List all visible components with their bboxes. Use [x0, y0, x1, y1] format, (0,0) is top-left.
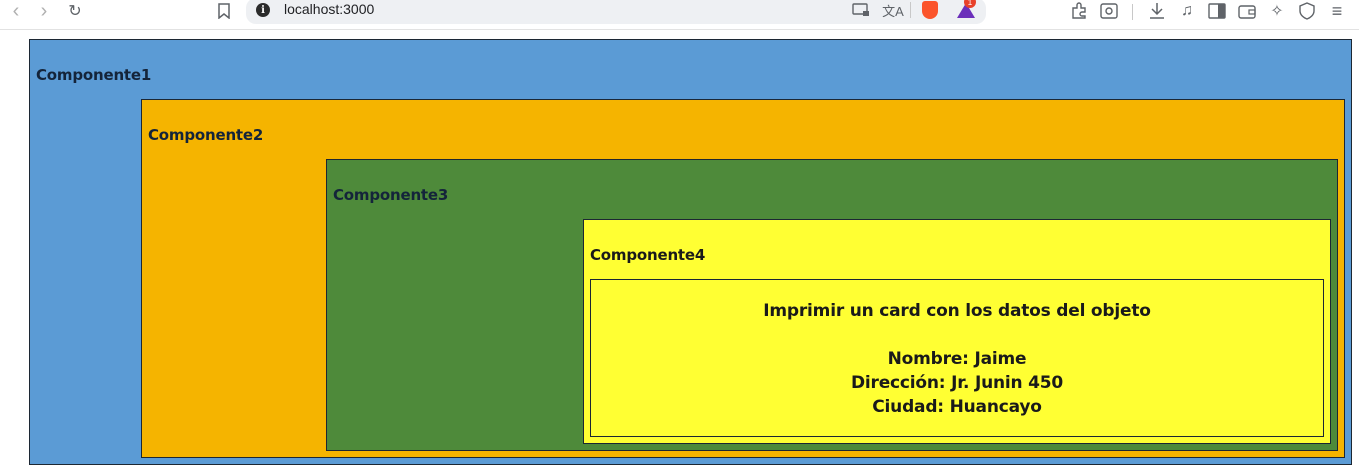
bookmark-icon[interactable]: [214, 0, 234, 22]
brave-shields-icon[interactable]: [920, 0, 940, 20]
address-bar[interactable]: i localhost:3000 文A 1: [246, 0, 986, 24]
card-nombre: Nombre: Jaime: [887, 349, 1027, 369]
back-icon[interactable]: ‹: [6, 0, 26, 22]
extensions-icon[interactable]: [1068, 0, 1090, 22]
translate-icon[interactable]: 文A: [882, 0, 904, 20]
download-icon[interactable]: [1146, 0, 1168, 22]
forward-icon[interactable]: ›: [34, 0, 54, 22]
menu-icon[interactable]: ≡: [1326, 0, 1348, 22]
reader-mode-icon[interactable]: [1098, 0, 1120, 22]
componente2-label: Componente2: [148, 126, 264, 144]
card-title: Imprimir un card con los datos del objet…: [763, 301, 1151, 321]
card-direccion: Dirección: Jr. Junin 450: [850, 373, 1064, 393]
toolbar-divider: [1132, 4, 1133, 20]
site-info-icon[interactable]: i: [256, 3, 270, 17]
media-icon[interactable]: ♫: [1176, 0, 1198, 22]
wallet-icon[interactable]: [1236, 0, 1258, 22]
leo-ai-icon[interactable]: ✧: [1266, 0, 1288, 22]
reload-icon[interactable]: ↻: [64, 0, 86, 22]
cast-icon[interactable]: [850, 0, 872, 20]
card-ciudad: Ciudad: Huancayo: [872, 397, 1042, 417]
sidebar-icon[interactable]: [1206, 0, 1228, 22]
data-card: Imprimir un card con los datos del objet…: [590, 279, 1324, 437]
toolbar-divider: [910, 2, 911, 18]
componente1-label: Componente1: [36, 66, 152, 84]
browser-toolbar: ‹ › ↻ i localhost:3000 文A 1 ♫ ✧ ≡: [0, 0, 1359, 30]
url-text[interactable]: localhost:3000: [284, 1, 374, 17]
componente4-label: Componente4: [590, 246, 706, 264]
componente3-label: Componente3: [333, 186, 449, 204]
vpn-icon[interactable]: [1296, 0, 1318, 22]
